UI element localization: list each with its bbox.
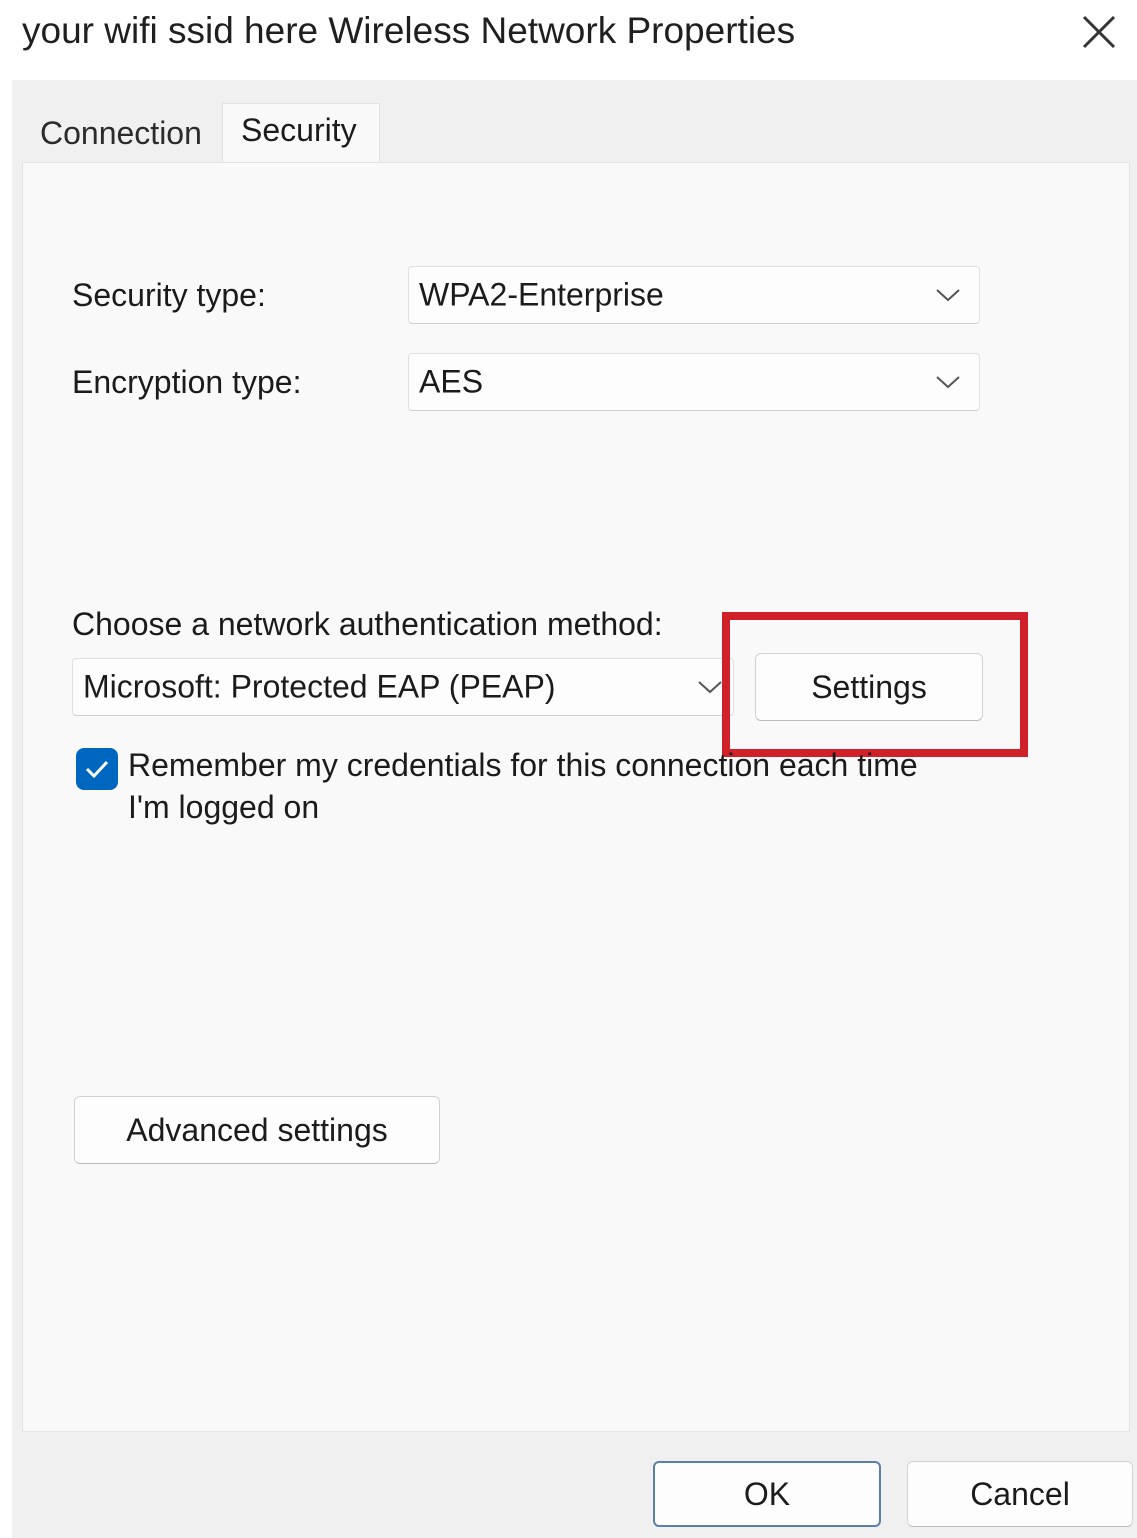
advanced-settings-button[interactable]: Advanced settings (74, 1096, 440, 1164)
auth-method-value: Microsoft: Protected EAP (PEAP) (83, 668, 556, 705)
tab-security[interactable]: Security (222, 103, 380, 164)
tab-connection[interactable]: Connection (40, 115, 202, 152)
close-button[interactable] (1073, 8, 1125, 56)
chevron-down-icon (698, 681, 722, 694)
auth-method-dropdown[interactable]: Microsoft: Protected EAP (PEAP) (72, 658, 734, 716)
auth-method-label: Choose a network authentication method: (72, 606, 663, 642)
security-type-value: WPA2-Enterprise (419, 276, 664, 313)
encryption-type-dropdown[interactable]: AES (408, 353, 980, 411)
checkmark-icon (85, 760, 109, 779)
security-type-label: Security type: (72, 277, 266, 313)
window-title: your wifi ssid here Wireless Network Pro… (22, 10, 796, 51)
encryption-type-label: Encryption type: (72, 364, 302, 400)
settings-button[interactable]: Settings (755, 653, 983, 721)
encryption-type-value: AES (419, 363, 484, 400)
security-type-dropdown[interactable]: WPA2-Enterprise (408, 266, 980, 324)
close-icon (1082, 15, 1116, 49)
tab-security-label: Security (241, 112, 357, 148)
cancel-button[interactable]: Cancel (907, 1461, 1133, 1527)
remember-credentials-checkbox[interactable] (76, 748, 118, 790)
chevron-down-icon (936, 376, 960, 389)
chevron-down-icon (936, 289, 960, 302)
remember-credentials-label: Remember my credentials for this connect… (128, 747, 918, 825)
ok-button[interactable]: OK (653, 1461, 881, 1527)
